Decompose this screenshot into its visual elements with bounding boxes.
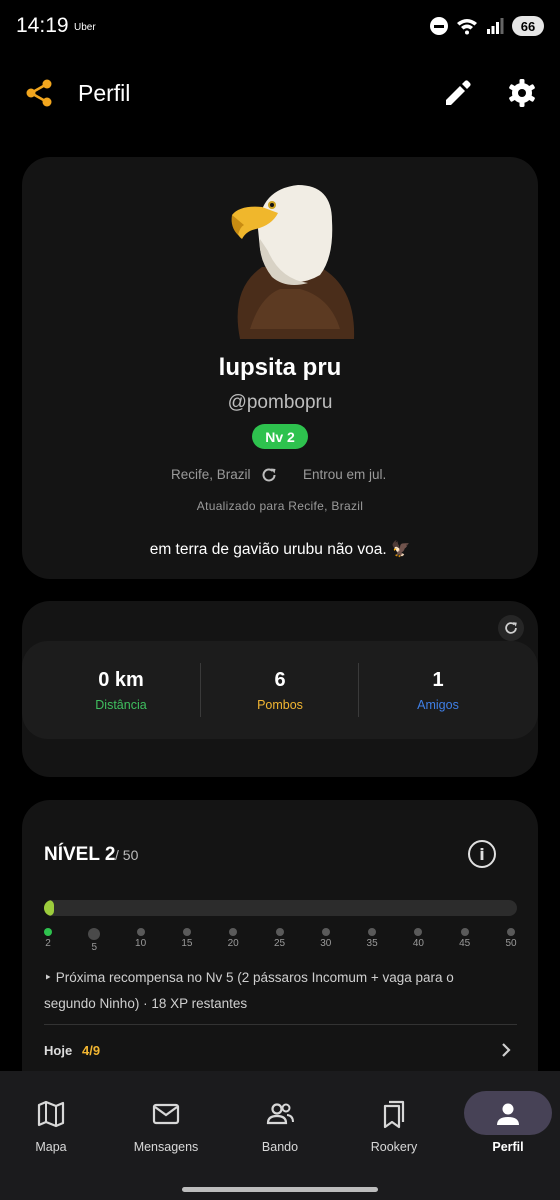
app-header: Perfil xyxy=(0,70,560,118)
divider xyxy=(44,1024,517,1025)
status-time: 14:19 xyxy=(16,14,69,37)
nav-label: Rookery xyxy=(370,1140,418,1154)
xp-progress-bar xyxy=(44,900,517,916)
milestone-dot xyxy=(507,928,515,936)
nav-item-mapa[interactable]: Mapa xyxy=(0,1091,106,1181)
home-indicator[interactable] xyxy=(182,1187,378,1192)
bio-text: em terra de gavião urubu não voa. 🦅 xyxy=(149,541,411,558)
page-title: Perfil xyxy=(78,80,131,106)
milestone-label: 5 xyxy=(91,942,98,953)
milestone-15: 15 xyxy=(175,928,199,949)
refresh-icon xyxy=(505,622,517,634)
milestone-dot xyxy=(182,928,191,936)
nav-item-bando[interactable]: Bando xyxy=(225,1091,335,1181)
status-icons: 66 xyxy=(430,16,544,36)
milestone-50: 50 xyxy=(499,928,523,949)
level-milestones: 2 5 10 15 20 25 30 35 40 45 50 xyxy=(44,928,524,953)
milestone-label: 45 xyxy=(459,938,471,949)
milestone-dot xyxy=(275,928,284,936)
milestone-40: 40 xyxy=(406,928,430,949)
updated-text: Atualizado para Recife, Brazil xyxy=(196,499,364,513)
next-reward-text: ‣ Próxima recompensa no Nv 5 (2 pássaros… xyxy=(44,970,454,1011)
nav-item-perfil[interactable]: Perfil xyxy=(453,1091,560,1181)
milestone-dot xyxy=(136,928,145,936)
stat-distance-value: 0 km xyxy=(98,669,144,691)
today-value[interactable]: 4/9 xyxy=(82,1043,100,1058)
milestone-dot xyxy=(321,928,330,936)
milestone-label: 35 xyxy=(366,938,378,949)
stat-pigeons[interactable]: 6 Pombos xyxy=(201,641,359,739)
milestone-10: 10 xyxy=(129,928,153,949)
stat-distance-label: Distância xyxy=(95,698,147,712)
wifi-icon xyxy=(457,19,477,35)
milestone-dot xyxy=(368,928,377,936)
nav-label: Bando xyxy=(261,1140,299,1154)
milestone-25: 25 xyxy=(268,928,292,949)
signal-icon xyxy=(487,18,504,34)
milestone-20: 20 xyxy=(221,928,245,949)
stat-distance[interactable]: 0 km Distância xyxy=(42,641,200,739)
stats-row: 0 km Distância 6 Pombos 1 Amigos xyxy=(22,641,538,739)
milestone-dot xyxy=(88,928,101,940)
avatar[interactable] xyxy=(220,179,360,339)
level-max: / 50 xyxy=(115,847,139,863)
status-bar: 14:19 Uber 66 xyxy=(0,0,560,56)
info-button[interactable]: i xyxy=(468,840,496,868)
location-text: Recife, Brazil xyxy=(171,467,251,482)
stats-refresh-button[interactable] xyxy=(498,615,524,641)
chevron-right-icon[interactable] xyxy=(498,1040,514,1060)
milestone-label: 30 xyxy=(320,938,332,949)
profile-card: lupsita pru @pombopru Nv 2 Recife, Brazi… xyxy=(22,157,538,579)
milestone-label: 15 xyxy=(181,938,193,949)
refresh-location-icon[interactable] xyxy=(260,466,278,484)
milestone-45: 45 xyxy=(453,928,477,949)
bottom-nav: Mapa Mensagens Bando Rookery Perfil xyxy=(0,1071,560,1200)
map-icon xyxy=(37,1100,65,1128)
level-title: NÍVEL 2 xyxy=(44,844,116,865)
milestone-label: 40 xyxy=(412,938,424,949)
stat-friends-value: 1 xyxy=(432,669,444,691)
today-label[interactable]: Hoje xyxy=(44,1043,72,1058)
milestone-label: 10 xyxy=(135,938,147,949)
milestone-label: 20 xyxy=(227,938,239,949)
milestone-5: 5 xyxy=(82,928,106,953)
stat-pigeons-value: 6 xyxy=(274,669,286,691)
stat-friends[interactable]: 1 Amigos xyxy=(359,641,517,739)
username: @pombopru xyxy=(227,392,333,413)
group-icon xyxy=(266,1103,294,1125)
stat-friends-label: Amigos xyxy=(417,698,459,712)
milestone-label: 25 xyxy=(273,938,286,949)
edit-icon[interactable] xyxy=(440,76,474,110)
milestone-30: 30 xyxy=(314,928,338,949)
milestone-dot xyxy=(44,928,52,936)
stats-card: 0 km Distância 6 Pombos 1 Amigos xyxy=(22,601,538,777)
person-icon xyxy=(497,1103,519,1125)
joined-text: Entrou em jul. xyxy=(303,467,387,482)
milestone-dot xyxy=(229,928,238,936)
nav-item-rookery[interactable]: Rookery xyxy=(339,1091,449,1181)
bookmarks-icon xyxy=(383,1100,405,1129)
milestone-label: 50 xyxy=(505,938,517,949)
milestone-dot xyxy=(460,928,469,936)
level-badge: Nv 2 xyxy=(252,424,308,449)
battery-indicator: 66 xyxy=(512,16,544,36)
nav-label: Mapa xyxy=(35,1140,67,1154)
nav-item-mensagens[interactable]: Mensagens xyxy=(111,1091,221,1181)
gear-icon[interactable] xyxy=(505,76,539,110)
milestone-2: 2 xyxy=(36,928,60,949)
info-icon: i xyxy=(479,844,485,864)
status-carrier: Uber xyxy=(74,22,96,33)
display-name: lupsita pru xyxy=(218,354,342,381)
nav-label: Perfil xyxy=(492,1140,524,1154)
stat-pigeons-label: Pombos xyxy=(257,698,303,712)
milestone-dot xyxy=(414,928,423,936)
mail-icon xyxy=(152,1103,180,1125)
share-icon[interactable] xyxy=(22,76,56,110)
do-not-disturb-icon xyxy=(430,17,448,35)
milestone-35: 35 xyxy=(360,928,384,949)
xp-progress-fill xyxy=(44,900,54,916)
nav-label: Mensagens xyxy=(133,1140,199,1154)
milestone-label: 2 xyxy=(45,938,51,949)
